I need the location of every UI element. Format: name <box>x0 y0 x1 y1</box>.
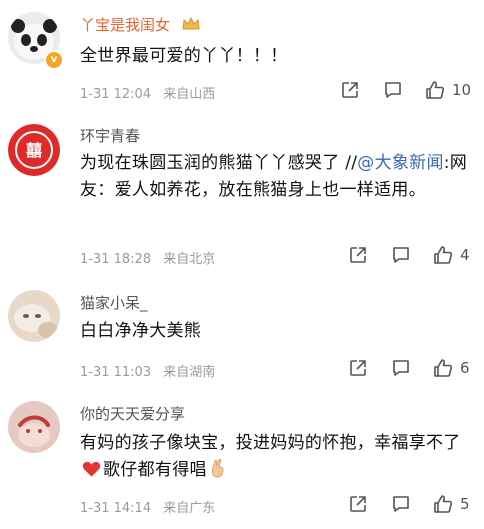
like-count: 5 <box>460 495 470 513</box>
share-icon <box>350 360 366 376</box>
like-count: 4 <box>460 246 470 264</box>
crown-icon <box>181 16 201 36</box>
username[interactable]: 猫家小呆_ <box>80 292 148 313</box>
comment-location: 来自北京 <box>163 252 216 267</box>
comment-icon <box>393 360 409 376</box>
reply-button[interactable] <box>383 80 403 100</box>
comment-meta: 1-31 18:28 来自北京 <box>80 248 223 267</box>
heart-icon <box>82 460 101 487</box>
thumb-up-icon <box>426 81 445 99</box>
comment-icon <box>385 82 401 98</box>
comment-text: 为现在珠圆玉润的熊猫丫丫感哭了 //@大象新闻:网友：爱人如养花，放在熊猫身上也… <box>80 153 468 200</box>
comment-date: 1-31 18:28 <box>80 252 152 267</box>
share-icon <box>350 496 366 512</box>
comment-location: 来自山西 <box>163 87 216 102</box>
comment-date: 1-31 11:03 <box>80 365 152 380</box>
verified-badge: v <box>44 50 64 70</box>
like-count: 10 <box>452 81 472 99</box>
comment-meta: 1-31 11:03 来自湖南 <box>80 361 223 380</box>
comment-icon <box>393 247 409 263</box>
like-button[interactable]: 4 <box>432 244 470 266</box>
mention-link[interactable]: @大象新闻 <box>357 153 444 173</box>
comment-text: 全世界最可爱的丫丫！！！ <box>80 46 288 66</box>
username[interactable]: 你的天天爱分享 <box>80 403 185 424</box>
like-button[interactable]: 6 <box>432 357 470 379</box>
share-button[interactable] <box>348 245 368 265</box>
avatar[interactable]: 囍 <box>8 124 60 176</box>
comment-location: 来自湖南 <box>163 365 216 380</box>
avatar[interactable] <box>8 290 60 342</box>
thumb-up-icon <box>434 246 453 264</box>
svg-text:囍: 囍 <box>26 141 42 160</box>
comment-meta: 1-31 12:04 来自山西 <box>80 83 223 102</box>
share-icon <box>342 82 358 98</box>
comment-icon <box>393 496 409 512</box>
comment-meta: 1-31 14:14 来自广东 <box>80 497 223 516</box>
like-count: 6 <box>460 359 470 377</box>
share-button[interactable] <box>348 494 368 514</box>
like-button[interactable]: 10 <box>424 79 471 101</box>
share-button[interactable] <box>340 80 360 100</box>
reply-button[interactable] <box>391 494 411 514</box>
comment-location: 来自广东 <box>163 501 216 516</box>
share-icon <box>350 247 366 263</box>
comment-text: 白白净净大美熊 <box>80 321 202 341</box>
username[interactable]: 环宇青春 <box>80 125 140 146</box>
reply-button[interactable] <box>391 358 411 378</box>
username[interactable]: 丫宝是我闺女 <box>80 14 201 36</box>
thumb-up-icon <box>434 359 453 377</box>
comment-date: 1-31 14:14 <box>80 501 152 516</box>
comment-date: 1-31 12:04 <box>80 87 152 102</box>
crossed-fingers-icon <box>209 458 227 487</box>
like-button[interactable]: 5 <box>432 493 470 515</box>
thumb-up-icon <box>434 495 453 513</box>
avatar[interactable] <box>8 401 60 453</box>
comment-text: 有妈的孩子像块宝，投进妈妈的怀抱，幸福享不了歌仔都有得唱 <box>80 430 475 487</box>
share-button[interactable] <box>348 358 368 378</box>
reply-button[interactable] <box>391 245 411 265</box>
